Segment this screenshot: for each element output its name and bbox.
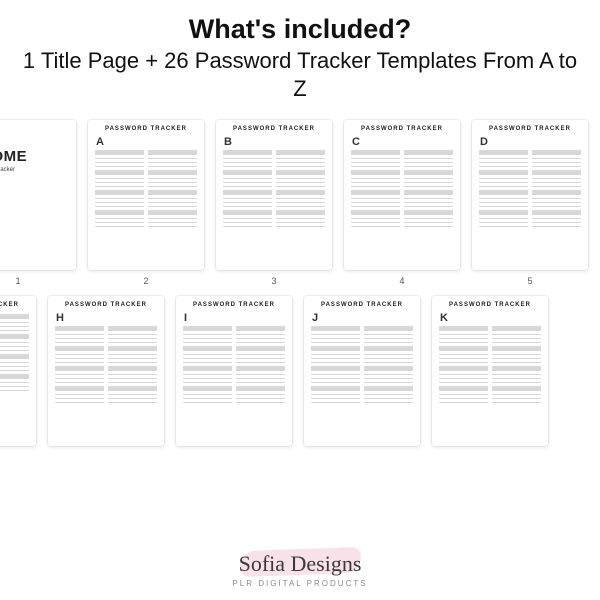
thumbnail-item: PASSWORD TRACKER D 5: [472, 120, 588, 286]
tracker-heading: PASSWORD TRACKER: [95, 126, 197, 132]
tracker-letter: H: [56, 312, 157, 324]
tracker-thumb: PASSWORD TRACKER: [0, 296, 36, 446]
tracker-thumb: PASSWORD TRACKER K: [432, 296, 548, 446]
thumbnail-item: ELCOME ur Password Tracker My name: 1: [0, 120, 76, 286]
tracker-thumb: PASSWORD TRACKER D: [472, 120, 588, 270]
thumbnail-item: PASSWORD TRACKER I: [176, 296, 292, 446]
page-title: What's included?: [20, 14, 580, 45]
brand-name: Sofia Designs: [232, 551, 367, 577]
thumbnail-item: PASSWORD TRACKER: [0, 296, 36, 446]
tracker-heading: PASSWORD TRACKER: [0, 302, 29, 308]
page-subtitle: 1 Title Page + 26 Password Tracker Templ…: [20, 47, 580, 102]
header: What's included? 1 Title Page + 26 Passw…: [0, 0, 600, 110]
tracker-letter: C: [352, 136, 453, 148]
brand-watermark: Sofia Designs PLR DIGITAL PRODUCTS: [232, 549, 367, 588]
tracker-heading: PASSWORD TRACKER: [55, 302, 157, 308]
tracker-heading: PASSWORD TRACKER: [223, 126, 325, 132]
tracker-letter: I: [184, 312, 285, 324]
welcome-text: ELCOME: [0, 148, 27, 165]
page-number: 1: [0, 276, 76, 286]
thumbnail-item: PASSWORD TRACKER C 4: [344, 120, 460, 286]
tracker-thumb: PASSWORD TRACKER C: [344, 120, 460, 270]
tracker-heading: PASSWORD TRACKER: [183, 302, 285, 308]
page-number: 2: [88, 276, 204, 286]
thumbnail-grid: ELCOME ur Password Tracker My name: 1 PA…: [0, 110, 600, 446]
title-page-thumb: ELCOME ur Password Tracker My name:: [0, 120, 76, 270]
thumbnail-row: PASSWORD TRACKER PASSWORD TRACKER H PASS…: [0, 286, 600, 446]
tracker-heading: PASSWORD TRACKER: [351, 126, 453, 132]
thumbnail-item: PASSWORD TRACKER H: [48, 296, 164, 446]
welcome-subtitle: ur Password Tracker: [0, 167, 15, 173]
thumbnail-item: PASSWORD TRACKER K: [432, 296, 548, 446]
tracker-letter: A: [96, 136, 197, 148]
tracker-letter: K: [440, 312, 541, 324]
brand-tagline: PLR DIGITAL PRODUCTS: [232, 579, 367, 588]
tracker-heading: PASSWORD TRACKER: [479, 126, 581, 132]
page-number: 3: [216, 276, 332, 286]
tracker-heading: PASSWORD TRACKER: [439, 302, 541, 308]
tracker-letter: B: [224, 136, 325, 148]
tracker-thumb: PASSWORD TRACKER H: [48, 296, 164, 446]
page-number: 4: [344, 276, 460, 286]
tracker-thumb: PASSWORD TRACKER I: [176, 296, 292, 446]
tracker-thumb: PASSWORD TRACKER J: [304, 296, 420, 446]
thumbnail-item: PASSWORD TRACKER A 2: [88, 120, 204, 286]
tracker-heading: PASSWORD TRACKER: [311, 302, 413, 308]
tracker-thumb: PASSWORD TRACKER B: [216, 120, 332, 270]
thumbnail-row: ELCOME ur Password Tracker My name: 1 PA…: [0, 110, 600, 286]
thumbnail-item: PASSWORD TRACKER B 3: [216, 120, 332, 286]
tracker-letter: J: [312, 312, 413, 324]
tracker-thumb: PASSWORD TRACKER A: [88, 120, 204, 270]
thumbnail-item: PASSWORD TRACKER J: [304, 296, 420, 446]
page-number: 5: [472, 276, 588, 286]
tracker-letter: D: [480, 136, 581, 148]
